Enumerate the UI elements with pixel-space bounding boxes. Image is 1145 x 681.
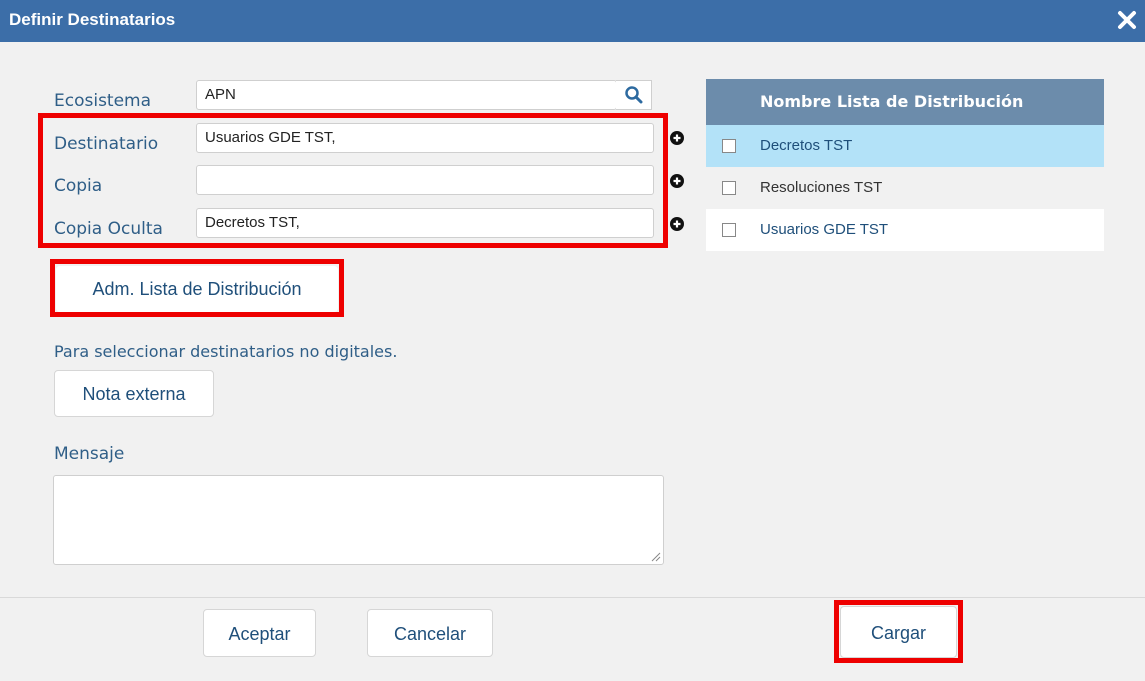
- resize-grip-icon[interactable]: [651, 552, 661, 562]
- ecosistema-input[interactable]: APN: [196, 80, 617, 110]
- non-digital-hint: Para seleccionar destinatarios no digita…: [54, 342, 398, 361]
- row-label: Decretos TST: [760, 137, 853, 154]
- add-copia-icon[interactable]: [670, 174, 684, 188]
- row-label: Resoluciones TST: [760, 179, 883, 196]
- mensaje-textarea[interactable]: [53, 475, 664, 565]
- row-checkbox[interactable]: [722, 181, 736, 195]
- table-row[interactable]: Decretos TST: [706, 125, 1104, 167]
- mensaje-label: Mensaje: [54, 444, 125, 464]
- add-copia-oculta-icon[interactable]: [670, 217, 684, 231]
- adm-lista-highlight-box: [50, 259, 344, 317]
- recipients-highlight-box: [38, 113, 668, 248]
- dialog-titlebar: Definir Destinatarios: [0, 0, 1145, 42]
- ecosistema-search-button[interactable]: [616, 80, 652, 110]
- table-row[interactable]: Usuarios GDE TST: [706, 209, 1104, 251]
- nota-externa-button[interactable]: Nota externa: [54, 370, 214, 417]
- ecosistema-label: Ecosistema: [54, 91, 152, 111]
- add-destinatario-icon[interactable]: [670, 131, 684, 145]
- distribution-list-table: Nombre Lista de Distribución Decretos TS…: [706, 79, 1104, 251]
- close-icon[interactable]: [1115, 8, 1139, 32]
- dialog-title: Definir Destinatarios: [9, 10, 176, 29]
- row-checkbox[interactable]: [722, 223, 736, 237]
- table-header: Nombre Lista de Distribución: [706, 79, 1104, 125]
- table-row[interactable]: Resoluciones TST: [706, 167, 1104, 209]
- row-label: Usuarios GDE TST: [760, 221, 889, 238]
- search-icon: [625, 86, 643, 104]
- define-recipients-dialog: Definir Destinatarios Ecosistema APN Des…: [0, 0, 1145, 681]
- aceptar-button[interactable]: Aceptar: [203, 609, 316, 657]
- footer-divider: [0, 597, 1145, 598]
- cancelar-button[interactable]: Cancelar: [367, 609, 493, 657]
- cargar-highlight-box: [834, 600, 963, 663]
- row-checkbox[interactable]: [722, 139, 736, 153]
